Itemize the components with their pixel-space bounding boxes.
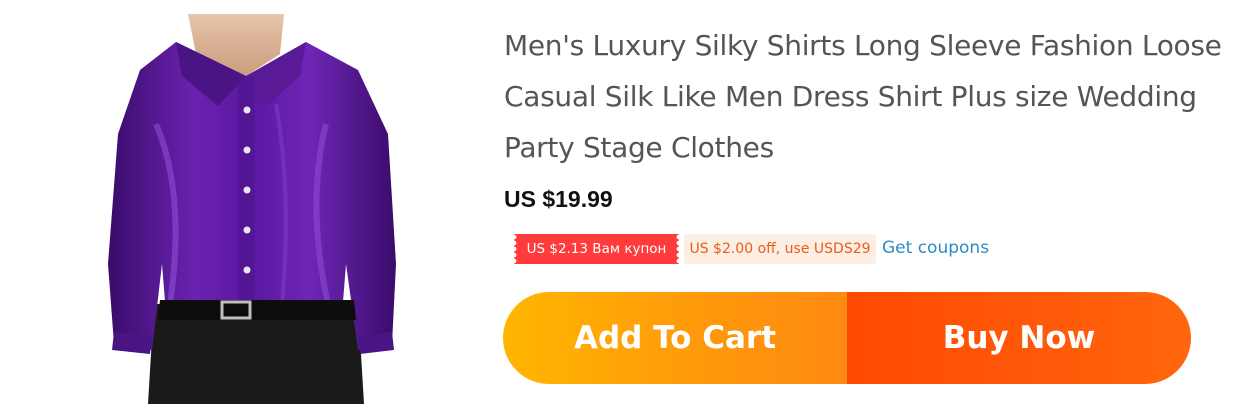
store-coupon-badge[interactable]: US $2.13 Вам купон [511, 234, 682, 264]
shirt-illustration [108, 14, 396, 404]
get-coupons-link[interactable]: Get coupons [882, 234, 989, 262]
product-image[interactable] [96, 14, 412, 404]
add-to-cart-button[interactable]: Add To Cart [503, 292, 847, 384]
buy-now-button[interactable]: Buy Now [847, 292, 1191, 384]
product-title: Men's Luxury Silky Shirts Long Sleeve Fa… [504, 29, 1222, 164]
product-price: US $19.99 [504, 186, 613, 212]
promo-code-tag: US $2.00 off, use USDS29 [684, 234, 876, 264]
purchase-actions: Add To Cart Buy Now [503, 292, 1191, 384]
